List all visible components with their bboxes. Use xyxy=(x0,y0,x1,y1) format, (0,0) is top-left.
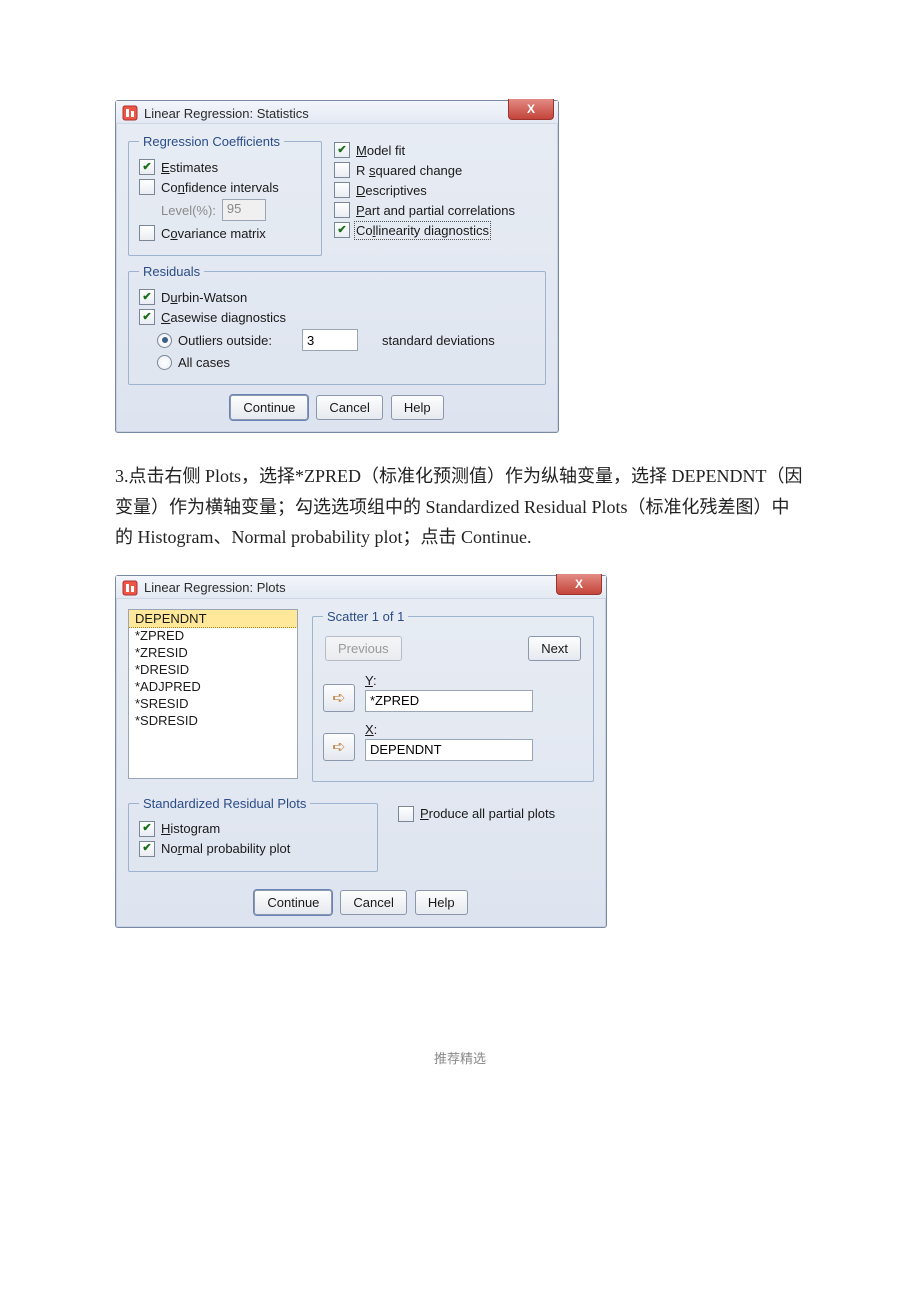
std-dev-label: standard deviations xyxy=(382,333,495,348)
dialog-title: Linear Regression: Plots xyxy=(144,580,286,595)
titlebar: Linear Regression: Plots X xyxy=(116,576,606,599)
checkbox-icon xyxy=(334,142,350,158)
list-item[interactable]: *ADJPRED xyxy=(129,678,297,695)
confidence-checkbox[interactable]: Confidence intervalsConfidence intervals xyxy=(139,179,311,195)
move-to-x-button[interactable]: ➪ xyxy=(323,733,355,761)
previous-button[interactable]: PreviousPrevious xyxy=(325,636,402,661)
checkbox-icon xyxy=(139,159,155,175)
regression-coefficients-legend: Regression Coefficients xyxy=(139,134,284,149)
continue-button[interactable]: Continue xyxy=(254,890,332,915)
help-button[interactable]: Help xyxy=(391,395,444,420)
y-label: Y:Y: xyxy=(365,673,533,688)
checkbox-icon xyxy=(139,841,155,857)
close-button[interactable]: X xyxy=(508,99,554,120)
histogram-checkbox[interactable]: HistogramHistogram xyxy=(139,821,367,837)
instruction-paragraph: 3.点击右侧 Plots，选择*ZPRED（标准化预测值）作为纵轴变量，选择 D… xyxy=(115,461,805,553)
app-icon xyxy=(122,580,138,596)
checkbox-icon xyxy=(334,202,350,218)
regression-coefficients-group: Regression Coefficients EEstimatesstimat… xyxy=(128,134,322,256)
cancel-button[interactable]: Cancel xyxy=(316,395,382,420)
next-button[interactable]: NextNext xyxy=(528,636,581,661)
x-input[interactable] xyxy=(365,739,533,761)
radio-icon xyxy=(157,333,172,348)
residuals-legend: Residuals xyxy=(139,264,204,279)
model-fit-checkbox[interactable]: Model fitModel fit xyxy=(334,142,546,158)
right-options: Model fitModel fit R squared changeR squ… xyxy=(334,134,546,264)
casewise-checkbox[interactable]: Casewise diagnosticsCasewise diagnostics xyxy=(139,309,535,325)
close-icon: X xyxy=(575,577,583,591)
scatter-legend: Scatter 1 of 1 xyxy=(323,609,408,624)
durbin-watson-checkbox[interactable]: Durbin-WatsonDurbin-Watson xyxy=(139,289,535,305)
close-icon: X xyxy=(527,102,535,116)
list-item[interactable]: *ZRESID xyxy=(129,644,297,661)
close-button[interactable]: X xyxy=(556,574,602,595)
help-button[interactable]: Help xyxy=(415,890,468,915)
level-input: 95 xyxy=(222,199,266,221)
r-squared-checkbox[interactable]: R squared changeR squared change xyxy=(334,162,546,178)
normal-prob-checkbox[interactable]: Normal probability plotNormal probabilit… xyxy=(139,841,367,857)
outliers-input[interactable] xyxy=(302,329,358,351)
list-item[interactable]: DEPENDNT xyxy=(128,609,298,628)
level-label: Level(%): xyxy=(161,203,216,218)
button-row: Continue Cancel Help xyxy=(128,890,594,915)
checkbox-icon xyxy=(398,806,414,822)
checkbox-icon xyxy=(334,162,350,178)
checkbox-icon xyxy=(334,222,350,238)
list-item[interactable]: *DRESID xyxy=(129,661,297,678)
checkbox-icon xyxy=(139,289,155,305)
checkbox-icon xyxy=(139,309,155,325)
titlebar: Linear Regression: Statistics X xyxy=(116,101,558,124)
page-footer: 推荐精选 xyxy=(115,1048,805,1067)
descriptives-checkbox[interactable]: DescriptivesDescriptives xyxy=(334,182,546,198)
button-row: Continue Cancel Help xyxy=(128,395,546,420)
move-to-y-button[interactable]: ➪ xyxy=(323,684,355,712)
standardized-residual-plots-group: Standardized Residual Plots HistogramHis… xyxy=(128,796,378,872)
radio-icon xyxy=(157,355,172,370)
level-row: Level(%): 95 xyxy=(161,199,311,221)
list-item[interactable]: *ZPRED xyxy=(129,627,297,644)
checkbox-icon xyxy=(139,225,155,241)
collinearity-checkbox[interactable]: Collinearity diagnosticsCollinearity dia… xyxy=(334,222,546,238)
produce-partial-checkbox[interactable]: Produce all partial plotsProduce all par… xyxy=(398,806,555,822)
cancel-button[interactable]: Cancel xyxy=(340,890,406,915)
continue-button[interactable]: Continue xyxy=(230,395,308,420)
checkbox-icon xyxy=(139,179,155,195)
checkbox-icon xyxy=(334,182,350,198)
statistics-dialog: Linear Regression: Statistics X Regressi… xyxy=(115,100,559,433)
residuals-group: Residuals Durbin-WatsonDurbin-Watson Cas… xyxy=(128,264,546,385)
list-item[interactable]: *SDRESID xyxy=(129,712,297,729)
variables-listbox[interactable]: DEPENDNT *ZPRED *ZRESID *DRESID *ADJPRED… xyxy=(128,609,298,779)
part-partial-checkbox[interactable]: Part and partial correlationsPart and pa… xyxy=(334,202,546,218)
x-label: X:X: xyxy=(365,722,533,737)
y-input[interactable] xyxy=(365,690,533,712)
scatter-group: Scatter 1 of 1 PreviousPrevious NextNext… xyxy=(312,609,594,782)
estimates-checkbox[interactable]: EEstimatesstimates xyxy=(139,159,311,175)
outliers-radio[interactable]: Outliers outside:Outliers outside: stand… xyxy=(157,329,535,351)
plots-dialog: Linear Regression: Plots X DEPENDNT *ZPR… xyxy=(115,575,607,928)
checkbox-icon xyxy=(139,821,155,837)
app-icon xyxy=(122,105,138,121)
dialog-title: Linear Regression: Statistics xyxy=(144,106,309,121)
srp-legend: Standardized Residual Plots xyxy=(139,796,310,811)
covariance-checkbox[interactable]: Covariance matrixCovariance matrix xyxy=(139,225,311,241)
list-item[interactable]: *SRESID xyxy=(129,695,297,712)
all-cases-radio[interactable]: All casesAll cases xyxy=(157,355,535,370)
